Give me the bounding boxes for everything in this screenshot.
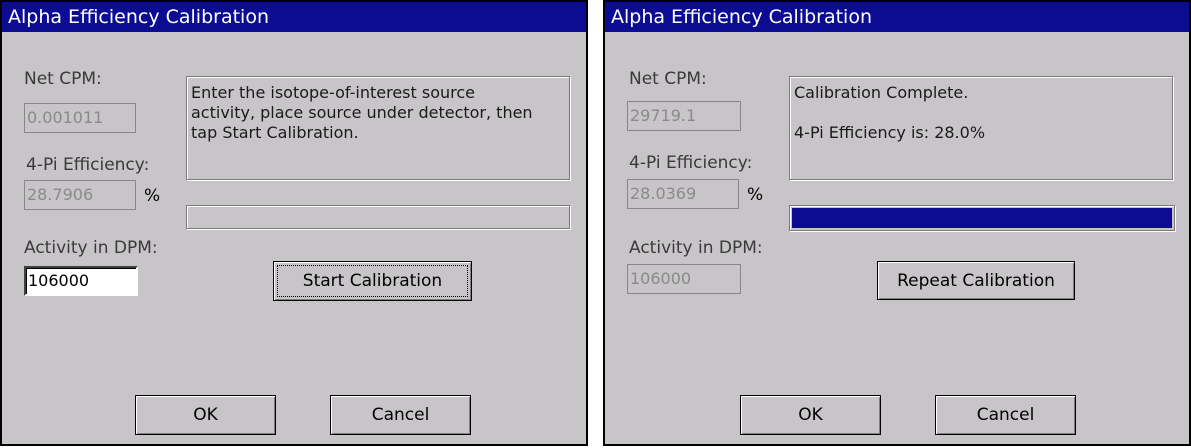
ok-button[interactable]: OK: [740, 395, 881, 435]
activity-input[interactable]: 106000: [24, 266, 138, 296]
instruction-message: Enter the isotope-of-interest source act…: [186, 76, 570, 180]
dialog-title: Alpha Efficiency Calibration: [605, 2, 1189, 32]
message-line: Enter the isotope-of-interest source: [191, 83, 475, 102]
efficiency-field: 28.7906: [24, 180, 136, 210]
message-line-2: 4-Pi Efficiency is: 28.0%: [794, 123, 986, 142]
activity-label: Activity in DPM:: [629, 238, 763, 258]
calibration-dialog-left: Alpha Efficiency Calibration Net CPM: 0.…: [0, 0, 588, 446]
activity-label: Activity in DPM:: [24, 238, 158, 258]
message-line: activity, place source under detector, t…: [191, 103, 533, 122]
calibration-dialog-right: Alpha Efficiency Calibration Net CPM: 29…: [603, 0, 1191, 446]
activity-field: 106000: [627, 264, 741, 294]
net-cpm-field: 0.001011: [24, 103, 136, 133]
start-calibration-button[interactable]: Start Calibration: [273, 261, 472, 301]
cancel-button[interactable]: Cancel: [935, 395, 1076, 435]
dialog-title: Alpha Efficiency Calibration: [2, 2, 586, 32]
message-line: tap Start Calibration.: [191, 123, 359, 142]
efficiency-label: 4-Pi Efficiency:: [629, 153, 753, 173]
net-cpm-label: Net CPM:: [24, 69, 102, 89]
calibration-progress-bar: [186, 205, 570, 229]
net-cpm-field: 29719.1: [627, 101, 741, 131]
percent-sign: %: [144, 186, 161, 206]
focus-rect: [277, 265, 468, 297]
progress-fill: [792, 208, 1172, 228]
efficiency-label: 4-Pi Efficiency:: [26, 155, 150, 175]
cancel-button[interactable]: Cancel: [330, 395, 471, 435]
message-line-1: Calibration Complete.: [794, 83, 969, 102]
calibration-progress-bar: [789, 205, 1175, 231]
ok-button[interactable]: OK: [135, 395, 276, 435]
percent-sign: %: [747, 185, 764, 205]
net-cpm-label: Net CPM:: [629, 69, 707, 89]
completion-message: Calibration Complete. 4-Pi Efficiency is…: [789, 76, 1173, 180]
efficiency-field: 28.0369: [627, 179, 739, 209]
repeat-calibration-button[interactable]: Repeat Calibration: [877, 261, 1075, 300]
